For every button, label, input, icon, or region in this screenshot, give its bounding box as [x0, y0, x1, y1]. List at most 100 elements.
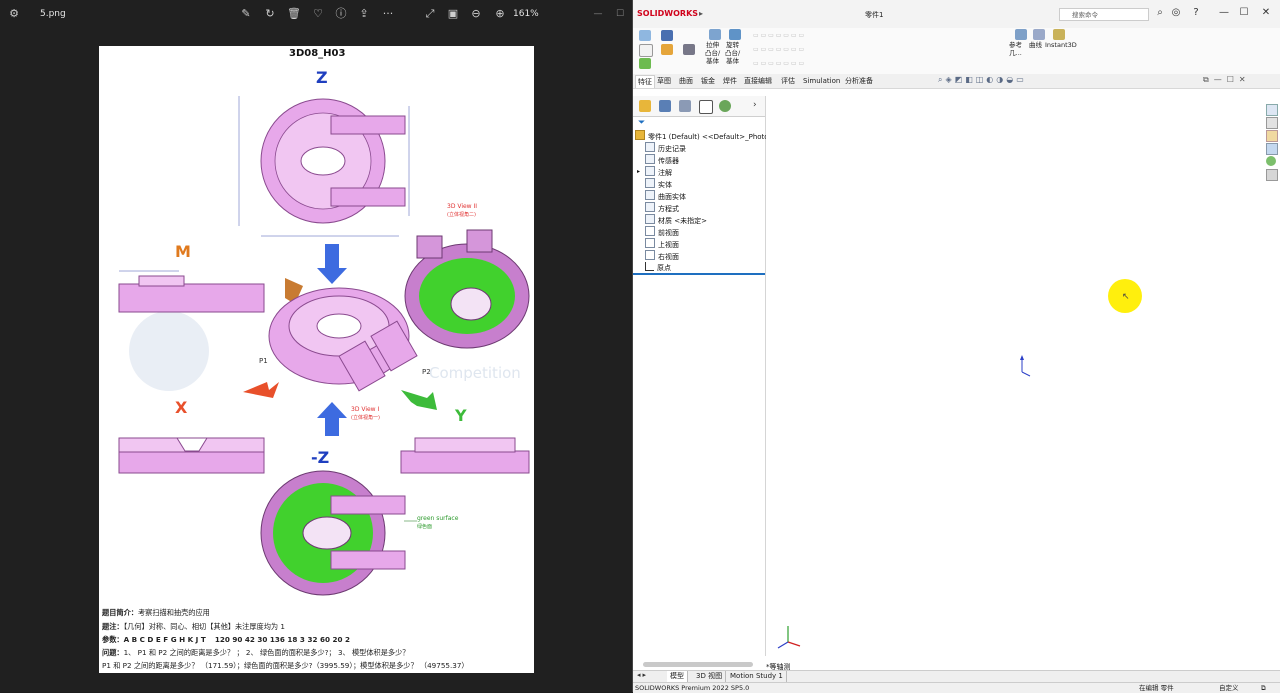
curves-button[interactable]: 曲线: [1029, 41, 1042, 49]
annotation-icon: [645, 166, 655, 176]
x-arrow: [243, 382, 279, 398]
fullscreen-icon[interactable]: ⤢: [422, 6, 438, 22]
info-icon[interactable]: ⓘ: [333, 6, 349, 22]
custom-properties-icon[interactable]: [1266, 169, 1278, 181]
expand-icon[interactable]: ▸: [637, 166, 640, 178]
rotate-icon[interactable]: ↻: [262, 6, 278, 22]
tab-evaluate[interactable]: 评估: [779, 75, 797, 87]
tree-item-equations[interactable]: 方程式: [645, 202, 679, 214]
home-icon[interactable]: [639, 30, 651, 41]
equation-icon: [645, 202, 655, 212]
maximize-button[interactable]: ☐: [1237, 6, 1251, 20]
sweep-disabled: ▭ ▭ ▭ ▭ ▭ ▭ ▭: [753, 32, 805, 39]
design-library-icon[interactable]: [1266, 117, 1278, 129]
tree-item-surface-bodies[interactable]: 曲面实体: [645, 190, 686, 202]
tab-simulation[interactable]: Simulation: [801, 75, 842, 87]
minimize-button[interactable]: —: [1217, 6, 1231, 20]
filter-icon[interactable]: ⏷: [638, 118, 645, 128]
tab-motion-study[interactable]: Motion Study 1: [727, 671, 787, 682]
feature-manager-tab-icon[interactable]: [639, 100, 651, 112]
plane-icon: [645, 250, 655, 260]
extrude-icon[interactable]: [709, 29, 721, 40]
tab-features[interactable]: 特征: [635, 75, 655, 88]
chevron-right-icon[interactable]: ›: [753, 100, 757, 110]
tree-item-sensors[interactable]: 传感器: [645, 154, 679, 166]
view-palette-icon[interactable]: [1266, 143, 1278, 155]
tab-sketch[interactable]: 草图: [655, 75, 673, 87]
edit-icon[interactable]: ✎: [238, 6, 254, 22]
tree-root[interactable]: 零件1 (Default) <<Default>_Photo\: [635, 130, 771, 142]
revolve-button[interactable]: 旋转 凸台/ 基体: [725, 41, 740, 65]
help-icon[interactable]: ?: [1189, 6, 1203, 20]
save-icon[interactable]: [661, 30, 673, 41]
traffic-icon[interactable]: [661, 44, 673, 55]
y-view: [400, 437, 530, 474]
new-icon[interactable]: [639, 44, 653, 57]
delete-icon[interactable]: 🗑: [286, 6, 302, 22]
revolve-icon[interactable]: [729, 29, 741, 40]
top-view: [238, 96, 410, 237]
tree-item-top-plane[interactable]: 上视面: [645, 238, 679, 250]
view1-label: 3D View I: [351, 406, 380, 413]
tab-sheet-metal[interactable]: 钣金: [699, 75, 717, 87]
search-icon[interactable]: ⌕: [1153, 6, 1167, 20]
tab-model[interactable]: 模型: [667, 671, 688, 682]
tree-item-annotations[interactable]: ▸ 注解: [637, 166, 672, 178]
tab-analysis-prep[interactable]: 分析准备: [843, 75, 875, 87]
list-icon[interactable]: [683, 44, 695, 55]
tree-item-history[interactable]: 历史记录: [645, 142, 686, 154]
dimxpert-tab-icon[interactable]: [699, 100, 713, 114]
axis-neg-z-label: -Z: [311, 448, 330, 467]
sw-status-bar: SOLIDWORKS Premium 2022 SP5.0 在编辑 零件 自定义…: [633, 682, 1280, 693]
iso-part: [268, 287, 418, 392]
file-name: 5.png: [40, 9, 66, 19]
rollback-bar[interactable]: [633, 273, 765, 275]
tree-item-right-plane[interactable]: 右视面: [645, 250, 679, 262]
horizontal-scrollbar[interactable]: [643, 662, 753, 667]
favorite-icon[interactable]: ♡: [310, 6, 326, 22]
window-control-icons[interactable]: ⧉—☐✕: [1203, 75, 1251, 85]
view2-sub: (立体视角二): [447, 212, 476, 218]
file-explorer-icon[interactable]: [1266, 130, 1278, 142]
zoom-out-icon[interactable]: ⊖: [468, 6, 484, 22]
config-manager-tab-icon[interactable]: [679, 100, 691, 112]
boundary-disabled: ▭ ▭ ▭ ▭ ▭ ▭ ▭: [753, 60, 805, 67]
fit-icon[interactable]: ▣: [445, 6, 461, 22]
appearances-icon[interactable]: [1266, 156, 1276, 166]
tree-item-solid-bodies[interactable]: 实体: [645, 178, 672, 190]
options-icon[interactable]: [639, 58, 651, 69]
more-icon[interactable]: ···: [380, 6, 396, 22]
property-manager-tab-icon[interactable]: [659, 100, 671, 112]
graphics-area[interactable]: ↖ *等轴测: [766, 96, 1280, 671]
tree-item-material[interactable]: 材质 <未指定>: [645, 214, 707, 226]
tab-nav-arrows-icon[interactable]: ◂▸: [637, 671, 648, 679]
sw-search-input[interactable]: 搜索命令: [1059, 8, 1149, 21]
minimize-icon[interactable]: —: [590, 6, 606, 22]
share-icon[interactable]: ⇪: [356, 6, 372, 22]
ref-geometry-button[interactable]: 参考 几...: [1009, 41, 1022, 57]
maximize-icon[interactable]: ☐: [612, 6, 628, 22]
tab-weldments[interactable]: 焊件: [721, 75, 739, 87]
tab-direct-edit[interactable]: 直接编辑: [742, 75, 774, 87]
instant3d-button[interactable]: Instant3D: [1045, 41, 1077, 49]
view-toolbar-icons[interactable]: ⌕◈◩◧◫◐◑◒▭: [938, 75, 1027, 85]
curves-icon[interactable]: [1033, 29, 1045, 40]
sw-menu-arrow-icon[interactable]: ▸: [699, 9, 703, 18]
tab-3d-views[interactable]: 3D 视图: [693, 671, 727, 682]
display-manager-tab-icon[interactable]: [719, 100, 731, 112]
resources-icon[interactable]: [1266, 104, 1278, 116]
desc-line-5: P1 和 P2 之间的距离是多少？ （171.59）；绿色面的面积是多少?（39…: [102, 661, 469, 670]
plane-icon: [645, 238, 655, 248]
panel-tabs: ›: [633, 96, 765, 117]
user-icon[interactable]: ◎: [1169, 6, 1183, 20]
drawing-image: 3D08_H03 Z M X Y -Z 3D View II (立体视角二) 3…: [99, 46, 534, 673]
origin-icon: [645, 262, 654, 271]
bottom-view: [260, 470, 417, 596]
ref-geometry-icon[interactable]: [1015, 29, 1027, 40]
extrude-button[interactable]: 拉伸 凸台/ 基体: [705, 41, 720, 65]
instant3d-icon[interactable]: [1053, 29, 1065, 40]
zoom-in-icon[interactable]: ⊕: [492, 6, 508, 22]
tab-surfaces[interactable]: 曲面: [677, 75, 695, 87]
tree-item-front-plane[interactable]: 前视面: [645, 226, 679, 238]
close-button[interactable]: ✕: [1259, 6, 1273, 20]
